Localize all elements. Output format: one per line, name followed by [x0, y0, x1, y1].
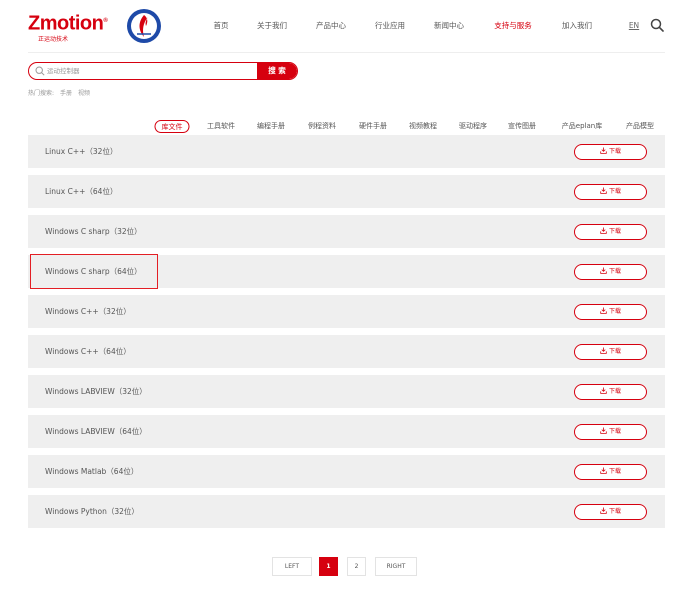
download-icon: [600, 227, 607, 234]
download-button[interactable]: 下载: [574, 424, 647, 440]
download-button[interactable]: 下载: [574, 344, 647, 360]
hot-search-label: 热门搜索:: [28, 90, 55, 97]
header-divider: [28, 52, 665, 53]
tab-eplan-library[interactable]: 产品eplan库: [562, 120, 602, 133]
download-label: 下载: [608, 468, 621, 475]
search-icon[interactable]: [650, 18, 664, 32]
download-label: 下载: [608, 148, 621, 155]
tab-library-files[interactable]: 库文件: [154, 120, 190, 133]
file-name: Windows C sharp（64位）: [45, 267, 142, 276]
nav-item-news[interactable]: 新闻中心: [434, 19, 464, 33]
file-row: Linux C++（64位） 下载: [28, 175, 665, 208]
tab-video-tutorials[interactable]: 视频教程: [409, 120, 437, 133]
download-label: 下载: [608, 428, 621, 435]
download-icon: [600, 507, 607, 514]
file-row: Windows C sharp（32位） 下载: [28, 215, 665, 248]
hot-search-manual[interactable]: 手册: [60, 90, 72, 97]
download-icon: [600, 187, 607, 194]
file-row: Windows Matlab（64位） 下载: [28, 455, 665, 488]
hot-search-video[interactable]: 视频: [78, 90, 90, 97]
file-name: Windows C++（32位）: [45, 307, 131, 316]
download-icon: [600, 347, 607, 354]
file-row: Windows C++（64位） 下载: [28, 335, 665, 368]
download-button[interactable]: 下载: [574, 464, 647, 480]
download-label: 下载: [608, 348, 621, 355]
pagination: LEFT 1 2 RIGHT: [0, 557, 693, 577]
tab-drivers[interactable]: 驱动程序: [459, 120, 487, 133]
download-icon: [600, 307, 607, 314]
prev-page-button[interactable]: LEFT: [272, 557, 312, 576]
download-icon: [600, 427, 607, 434]
tab-brochures[interactable]: 宣传图册: [508, 120, 536, 133]
download-button[interactable]: 下载: [574, 504, 647, 520]
file-row: Windows LABVIEW（32位） 下载: [28, 375, 665, 408]
tab-example-materials[interactable]: 例程资料: [308, 120, 336, 133]
main-nav: 首页 关于我们 产品中心 行业应用 新闻中心 支持与服务 加入我们 EN: [0, 19, 693, 33]
download-label: 下载: [608, 268, 621, 275]
file-row: Windows Python（32位） 下载: [28, 495, 665, 528]
file-name: Windows C sharp（32位）: [45, 227, 142, 236]
download-button[interactable]: 下载: [574, 304, 647, 320]
search-button[interactable]: 搜 索: [257, 63, 297, 79]
download-label: 下载: [608, 228, 621, 235]
next-page-button[interactable]: RIGHT: [375, 557, 417, 576]
tab-product-models[interactable]: 产品模型: [626, 120, 654, 133]
file-list: Linux C++（32位） 下载 Linux C++（64位） 下载 Wind…: [28, 135, 665, 535]
language-switch[interactable]: EN: [629, 19, 639, 33]
file-name: Windows Matlab（64位）: [45, 467, 139, 476]
file-name: Windows LABVIEW（32位）: [45, 387, 147, 396]
category-tabs: 库文件 工具软件 编程手册 例程资料 硬件手册 视频教程 驱动程序 宣传图册 产…: [0, 120, 693, 134]
file-row: Windows C sharp（64位） 下载: [28, 254, 665, 289]
tab-programming-manual[interactable]: 编程手册: [257, 120, 285, 133]
download-icon: [600, 267, 607, 274]
download-label: 下载: [608, 388, 621, 395]
download-label: 下载: [608, 308, 621, 315]
file-name: Windows Python（32位）: [45, 507, 139, 516]
file-row: Windows LABVIEW（64位） 下载: [28, 415, 665, 448]
nav-item-home[interactable]: 首页: [214, 19, 229, 33]
file-name: Windows C++（64位）: [45, 347, 131, 356]
tab-tool-software[interactable]: 工具软件: [207, 120, 235, 133]
site-header: Zmotion® 正运动技术 首页 关于我们 产品中心 行业应用 新闻中心 支持…: [0, 0, 693, 52]
nav-item-about[interactable]: 关于我们: [257, 19, 287, 33]
tab-hardware-manual[interactable]: 硬件手册: [359, 120, 387, 133]
nav-item-products[interactable]: 产品中心: [316, 19, 346, 33]
file-row: Windows C++（32位） 下载: [28, 295, 665, 328]
search-input[interactable]: [47, 63, 267, 79]
nav-item-support[interactable]: 支持与服务: [494, 19, 532, 33]
download-icon: [600, 387, 607, 394]
download-button[interactable]: 下载: [574, 264, 647, 280]
download-button[interactable]: 下载: [574, 184, 647, 200]
file-name: Linux C++（32位）: [45, 147, 118, 156]
brand-tagline: 正运动技术: [38, 35, 69, 43]
file-row: Linux C++（32位） 下载: [28, 135, 665, 168]
download-icon: [600, 467, 607, 474]
nav-item-industry[interactable]: 行业应用: [375, 19, 405, 33]
file-name: Windows LABVIEW（64位）: [45, 427, 147, 436]
download-label: 下载: [608, 508, 621, 515]
download-button[interactable]: 下载: [574, 224, 647, 240]
download-button[interactable]: 下载: [574, 144, 647, 160]
nav-item-join[interactable]: 加入我们: [562, 19, 592, 33]
search-bar: 搜 索: [28, 62, 298, 80]
download-button[interactable]: 下载: [574, 384, 647, 400]
download-icon: [600, 147, 607, 154]
page-2-button[interactable]: 2: [347, 557, 366, 576]
hot-searches: 热门搜索: 手册 视频: [28, 88, 96, 97]
page-1-button[interactable]: 1: [319, 557, 338, 576]
file-name: Linux C++（64位）: [45, 187, 118, 196]
download-label: 下载: [608, 188, 621, 195]
search-field-icon: [35, 66, 45, 76]
